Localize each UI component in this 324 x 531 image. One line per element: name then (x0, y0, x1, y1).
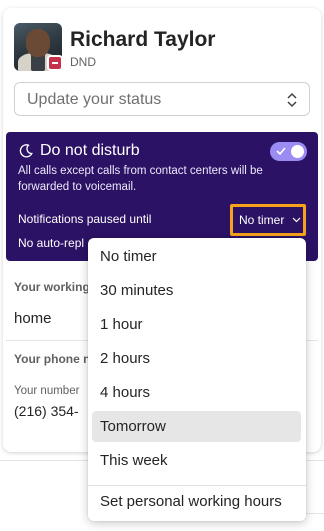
menu-item-tomorrow[interactable]: Tomorrow (92, 411, 301, 442)
menu-item-1-hour[interactable]: 1 hour (92, 309, 301, 340)
timer-value: No timer (239, 213, 285, 227)
working-location-value[interactable]: home (14, 310, 52, 327)
dnd-title: Do not disturb (40, 142, 140, 159)
moon-icon (19, 144, 33, 158)
phone-number-label: Your number (14, 385, 80, 397)
menu-item-2-hours[interactable]: 2 hours (92, 343, 301, 374)
menu-item-this-week[interactable]: This week (92, 445, 301, 476)
presence-dnd-icon (47, 55, 63, 71)
dnd-description: All calls except calls from contact cent… (18, 165, 263, 193)
phone-heading: Your phone nu (14, 352, 98, 366)
notifications-paused-label: Notifications paused until (18, 212, 152, 226)
timer-menu: No timer 30 minutes 1 hour 2 hours 4 hou… (88, 238, 306, 521)
menu-item-set-working-hours[interactable]: Set personal working hours (92, 486, 301, 517)
dnd-toggle[interactable] (270, 142, 307, 161)
chevron-up-down-icon (287, 92, 297, 108)
presence-status-text: DND (70, 55, 96, 69)
working-location-heading: Your working (14, 280, 90, 294)
check-icon (276, 147, 286, 156)
auto-reply-label: No auto-repl (18, 236, 85, 250)
timer-dropdown[interactable]: No timer (230, 204, 306, 236)
phone-number-value: (216) 354- (14, 403, 79, 419)
update-status-field[interactable]: Update your status (14, 82, 310, 116)
profile-name: Richard Taylor (70, 28, 216, 51)
chevron-down-icon (292, 217, 301, 223)
menu-item-4-hours[interactable]: 4 hours (92, 377, 301, 408)
status-placeholder: Update your status (27, 91, 162, 108)
menu-item-30-minutes[interactable]: 30 minutes (92, 275, 301, 306)
menu-item-no-timer[interactable]: No timer (92, 241, 301, 272)
